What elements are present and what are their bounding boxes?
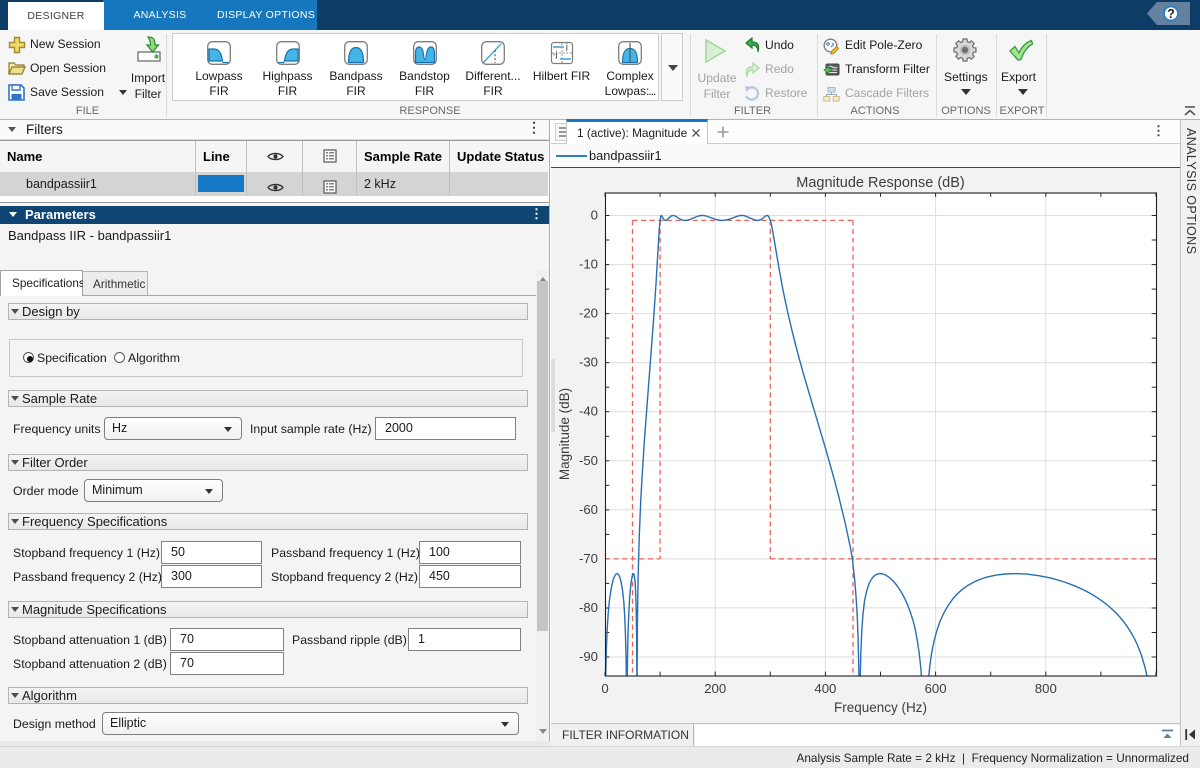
svg-text:Magnitude (dB): Magnitude (dB) xyxy=(557,387,572,479)
svg-text:-60: -60 xyxy=(579,501,598,516)
svg-text:800: 800 xyxy=(1035,681,1057,696)
svg-text:j: j xyxy=(565,42,568,51)
svg-text:-20: -20 xyxy=(579,305,598,320)
svg-text:-80: -80 xyxy=(579,599,598,614)
svg-text:-10: -10 xyxy=(579,256,598,271)
svg-text:-50: -50 xyxy=(579,452,598,467)
svg-text:Magnitude Response (dB): Magnitude Response (dB) xyxy=(796,175,964,191)
svg-text:-30: -30 xyxy=(579,354,598,369)
svg-text:400: 400 xyxy=(814,681,836,696)
svg-text:-40: -40 xyxy=(579,403,598,418)
svg-text:-70: -70 xyxy=(579,550,598,565)
svg-text:-90: -90 xyxy=(579,649,598,664)
svg-text:0: 0 xyxy=(591,207,598,222)
svg-text:?: ? xyxy=(1167,7,1175,21)
svg-text:0: 0 xyxy=(601,681,608,696)
svg-text:600: 600 xyxy=(925,681,947,696)
svg-text:Frequency (Hz): Frequency (Hz) xyxy=(834,700,927,715)
svg-text:200: 200 xyxy=(704,681,726,696)
svg-text:-j: -j xyxy=(553,50,558,59)
